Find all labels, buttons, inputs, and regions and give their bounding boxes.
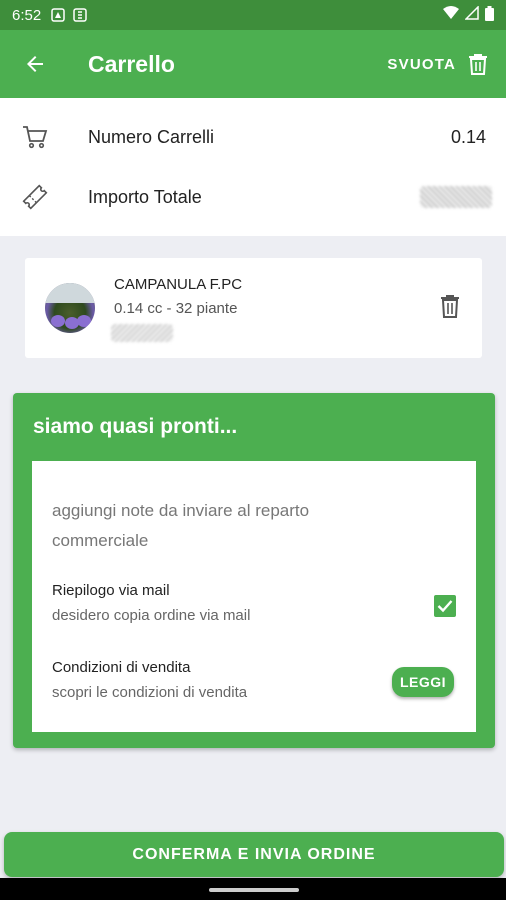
- cart-summary: Numero Carrelli 0.14 Importo Totale: [0, 98, 506, 236]
- clear-cart-button[interactable]: SVUOTA: [387, 53, 506, 75]
- app-bar: Carrello SVUOTA: [0, 30, 506, 98]
- total-amount-redacted: [420, 186, 492, 208]
- status-time: 6:52: [12, 6, 42, 24]
- summary-label-carts: Numero Carrelli: [88, 126, 215, 147]
- check-icon: [437, 600, 453, 613]
- cart-item[interactable]: CAMPANULA F.PC 0.14 cc - 32 piante: [25, 258, 482, 358]
- home-gesture-handle[interactable]: [209, 888, 299, 892]
- order-panel: siamo quasi pronti... aggiungi note da i…: [13, 393, 495, 748]
- product-image: [45, 283, 95, 333]
- read-conditions-button[interactable]: LEGGI: [392, 667, 454, 697]
- notes-input[interactable]: aggiungi note da inviare al reparto comm…: [52, 496, 372, 556]
- trash-icon: [441, 295, 459, 318]
- product-price-redacted: [111, 324, 173, 342]
- sync-icon: [73, 8, 87, 22]
- product-detail: 0.14 cc - 32 piante: [114, 300, 238, 317]
- delete-item-button[interactable]: [440, 294, 460, 323]
- summary-row-total: Importo Totale: [0, 168, 506, 226]
- notification-icon: [51, 8, 65, 22]
- conditions-subtitle: scopri le condizioni di vendita: [52, 684, 248, 701]
- confirm-order-button[interactable]: CONFERMA E INVIA ORDINE: [4, 832, 504, 877]
- conditions-title: Condizioni di vendita: [52, 659, 191, 676]
- clear-cart-label: SVUOTA: [387, 55, 456, 73]
- cart-icon: [0, 125, 70, 149]
- ticket-icon: [0, 183, 70, 211]
- order-options: aggiungi note da inviare al reparto comm…: [32, 461, 476, 732]
- signal-icon: [464, 5, 479, 24]
- arrow-left-icon: [27, 56, 43, 72]
- status-bar: 6:52: [0, 0, 506, 30]
- page-title: Carrello: [88, 50, 175, 77]
- email-summary-title: Riepilogo via mail: [52, 582, 170, 599]
- back-button[interactable]: [0, 30, 70, 98]
- email-summary-subtitle: desidero copia ordine via mail: [52, 607, 251, 624]
- wifi-icon: [443, 6, 459, 24]
- trash-icon: [469, 54, 487, 75]
- summary-value-carts: 0.14: [450, 126, 486, 147]
- summary-label-total: Importo Totale: [88, 186, 202, 207]
- summary-row-carts: Numero Carrelli 0.14: [0, 108, 506, 166]
- email-copy-checkbox[interactable]: [434, 595, 456, 617]
- product-name: CAMPANULA F.PC: [114, 276, 243, 293]
- battery-icon: [485, 5, 494, 25]
- panel-title: siamo quasi pronti...: [33, 415, 238, 438]
